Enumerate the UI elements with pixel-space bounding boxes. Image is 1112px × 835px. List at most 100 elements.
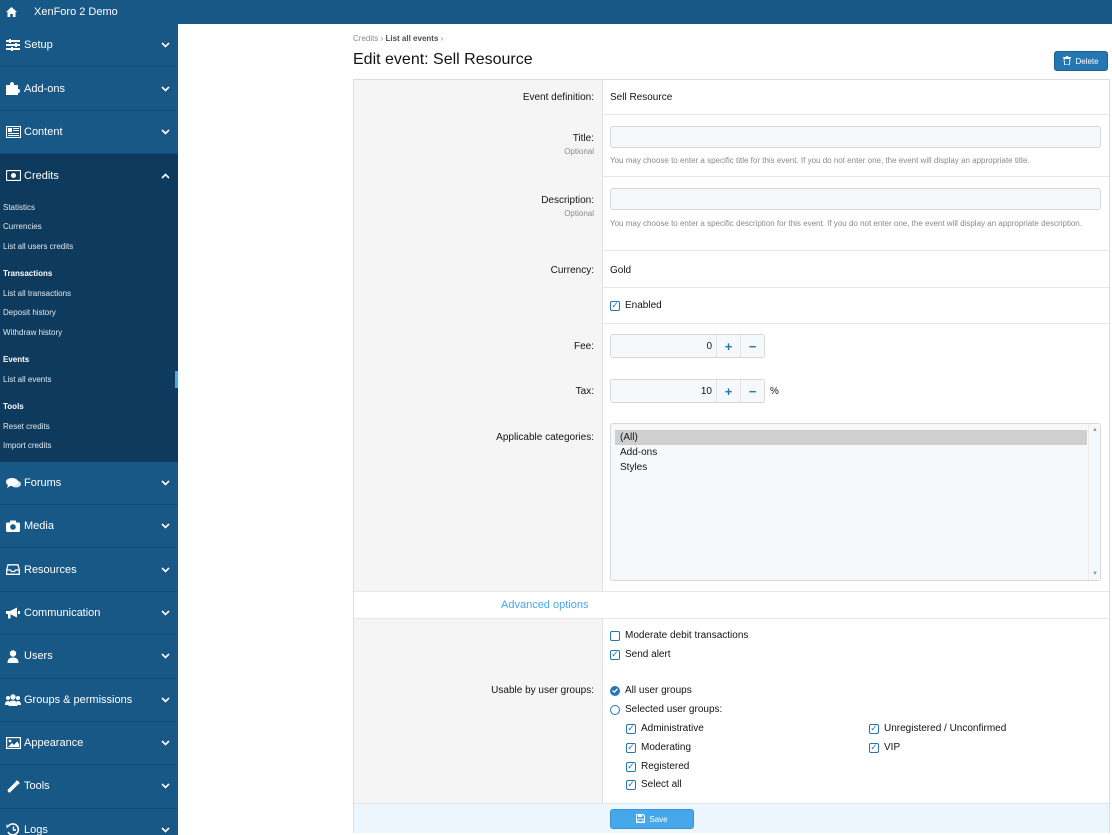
fee-increment-button[interactable]: +: [716, 335, 740, 357]
select-all-label: Select all: [641, 779, 682, 790]
category-option[interactable]: Add-ons: [615, 445, 1087, 460]
nav-media[interactable]: Media: [0, 505, 178, 549]
chevron-down-icon: [161, 520, 170, 532]
all-user-groups-radio[interactable]: All user groups: [610, 685, 692, 696]
label-column-advanced: [354, 618, 603, 803]
sidebar-item-withdraw-history[interactable]: Withdraw history: [3, 323, 178, 343]
sidebar-item-import-credits[interactable]: Import credits: [3, 436, 178, 456]
chevron-down-icon: [161, 607, 170, 619]
divider: [603, 114, 1109, 115]
listbox-scrollbar[interactable]: ▲ ▼: [1088, 424, 1100, 580]
send-alert-checkbox[interactable]: ✓ Send alert: [610, 649, 671, 660]
nav-communication[interactable]: Communication: [0, 592, 178, 636]
sidebar-item-deposit-history[interactable]: Deposit history: [3, 303, 178, 323]
sidebar-heading-tools: Tools: [3, 402, 24, 412]
select-all-checkbox[interactable]: ✓ Select all: [626, 779, 682, 790]
breadcrumb-list-all-events[interactable]: List all events: [385, 34, 438, 43]
nav-resources[interactable]: Resources: [0, 548, 178, 592]
nav-groups-permissions[interactable]: Groups & permissions: [0, 679, 178, 722]
group-checkbox-unregistered[interactable]: ✓ Unregistered / Unconfirmed: [869, 723, 1006, 734]
trash-icon: [1063, 55, 1072, 67]
enabled-checkbox[interactable]: ✓ Enabled: [610, 300, 662, 311]
camera-icon: [5, 519, 21, 533]
sidebar-item-list-all-events[interactable]: List all events: [3, 370, 178, 390]
sidebar-item-statistics[interactable]: Statistics: [3, 198, 178, 218]
fee-label: Fee:: [573, 341, 594, 352]
save-button[interactable]: Save: [610, 809, 694, 829]
title-label: Title:: [572, 133, 594, 144]
scroll-down-icon[interactable]: ▼: [1092, 571, 1098, 577]
chevron-down-icon: [161, 39, 170, 51]
category-option[interactable]: Styles: [615, 460, 1087, 475]
currency-value: Gold: [610, 265, 632, 276]
nav-content[interactable]: Content: [0, 111, 178, 155]
tax-increment-button[interactable]: +: [716, 380, 740, 402]
checkbox-checked-icon: ✓: [610, 300, 620, 311]
category-option[interactable]: (All): [615, 430, 1087, 445]
nav-setup[interactable]: Setup: [0, 24, 178, 68]
selected-user-groups-label: Selected user groups:: [625, 704, 723, 715]
nav-forums[interactable]: Forums: [0, 462, 178, 505]
nav-credits-expanded: Credits Statistics Currencies List all u…: [0, 154, 178, 462]
sidebar-item-reset-credits[interactable]: Reset credits: [3, 417, 178, 437]
delete-label: Delete: [1075, 56, 1099, 66]
nav-label: Users: [24, 650, 53, 663]
divider: [603, 250, 1109, 251]
checkbox-checked-icon: ✓: [610, 649, 620, 660]
fee-input[interactable]: 0: [611, 335, 716, 357]
chevron-down-icon: [161, 650, 170, 662]
tax-stepper: 10 + −: [610, 379, 765, 403]
breadcrumb-separator: ›: [440, 34, 444, 43]
title-input[interactable]: [610, 126, 1101, 148]
edit-event-form: Event definition: Sell Resource Title: O…: [353, 79, 1110, 833]
fee-decrement-button[interactable]: −: [740, 335, 764, 357]
site-title[interactable]: XenForo 2 Demo: [34, 6, 118, 18]
group-checkbox-moderating[interactable]: ✓ Moderating: [626, 742, 691, 753]
nav-add-ons[interactable]: Add-ons: [0, 67, 178, 111]
chevron-down-icon: [161, 477, 170, 489]
sidebar-item-list-all-transactions[interactable]: List all transactions: [3, 284, 178, 304]
moderate-debit-checkbox[interactable]: Moderate debit transactions: [610, 630, 748, 641]
form-submit-row: Save: [354, 803, 1109, 833]
group-label: Moderating: [641, 742, 692, 753]
nav-users[interactable]: Users: [0, 635, 178, 679]
nav-label: Communication: [24, 606, 101, 619]
delete-button[interactable]: Delete: [1054, 51, 1108, 71]
selected-user-groups-radio[interactable]: Selected user groups:: [610, 704, 722, 715]
description-input[interactable]: [610, 188, 1101, 210]
categories-listbox[interactable]: (All) Add-ons Styles ▲ ▼: [610, 423, 1101, 581]
nav-label: Resources: [24, 563, 77, 576]
nav-appearance[interactable]: Appearance: [0, 722, 178, 766]
nav-label: Setup: [24, 39, 53, 52]
chevron-down-icon: [161, 694, 170, 706]
sidebar-item-currencies[interactable]: Currencies: [3, 217, 178, 237]
home-icon[interactable]: [0, 7, 22, 17]
label-column: [354, 80, 603, 591]
chevron-down-icon: [161, 780, 170, 792]
tax-decrement-button[interactable]: −: [740, 380, 764, 402]
sidebar-item-list-all-users-credits[interactable]: List all users credits: [3, 237, 178, 257]
breadcrumb-credits[interactable]: Credits: [353, 34, 378, 43]
tax-input[interactable]: 10: [611, 380, 716, 402]
group-label: VIP: [884, 742, 901, 753]
group-checkbox-administrative[interactable]: ✓ Administrative: [626, 723, 704, 734]
sidebar-heading-transactions: Transactions: [3, 269, 53, 279]
divider: [603, 323, 1109, 324]
chevron-down-icon: [161, 83, 170, 95]
nav-tools[interactable]: Tools: [0, 765, 178, 809]
radio-selected-icon: [610, 685, 620, 696]
description-explain: You may choose to enter a specific descr…: [610, 219, 1082, 228]
image-icon: [5, 736, 21, 750]
group-checkbox-vip[interactable]: ✓ VIP: [869, 742, 900, 753]
group-checkbox-registered[interactable]: ✓ Registered: [626, 761, 689, 772]
nav-credits[interactable]: Credits: [0, 154, 178, 197]
nav-logs[interactable]: Logs: [0, 809, 178, 835]
sidebar-heading-events: Events: [3, 355, 30, 365]
page-title: Edit event: Sell Resource: [353, 51, 533, 68]
scroll-up-icon[interactable]: ▲: [1092, 427, 1098, 433]
inbox-icon: [5, 563, 21, 577]
advanced-options-header[interactable]: Advanced options: [501, 599, 588, 611]
nav-label: Appearance: [24, 737, 84, 750]
description-label: Description:: [541, 195, 594, 206]
nav-label: Tools: [24, 780, 50, 793]
